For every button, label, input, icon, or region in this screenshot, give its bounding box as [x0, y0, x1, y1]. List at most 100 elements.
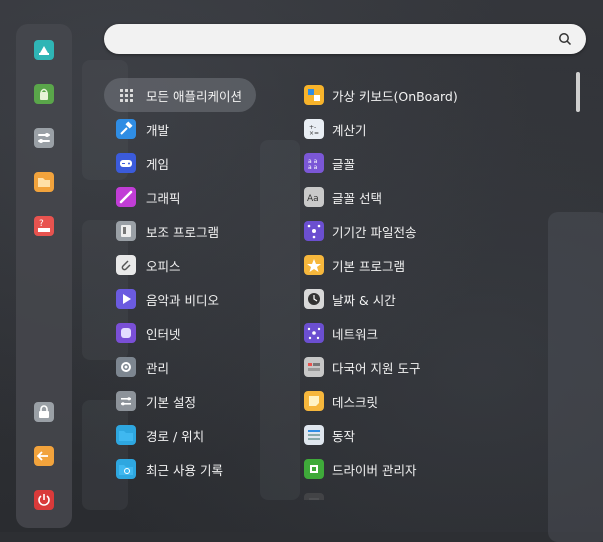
recent-folder-icon — [116, 459, 136, 479]
driver-icon — [304, 459, 324, 479]
category-label: 인터넷 — [146, 326, 181, 342]
app-note[interactable]: 데스크릿 — [300, 384, 560, 418]
category-label: 최근 사용 기록 — [146, 462, 223, 478]
fonts-icon: a aa a — [304, 153, 324, 173]
category-brush[interactable]: 그래픽 — [104, 180, 256, 214]
search-input[interactable] — [114, 29, 548, 51]
app-calculator[interactable]: +- ×= 계산기 — [300, 112, 560, 146]
app-list-scrollbar[interactable] — [576, 72, 580, 112]
category-recent-folder[interactable]: 최근 사용 기록 — [104, 452, 256, 486]
svg-text:×=: ×= — [309, 130, 319, 137]
font-select-icon: Aa — [304, 187, 324, 207]
category-label: 기본 설정 — [146, 394, 196, 410]
app-label: 다국어 지원 도구 — [332, 360, 421, 376]
clock-icon — [304, 289, 324, 309]
category-paperclip[interactable]: 오피스 — [104, 248, 256, 282]
calculator-icon: +- ×= — [304, 119, 324, 139]
app-store-icon — [34, 84, 54, 104]
app-label: 날짜 & 시간 — [332, 292, 396, 308]
settings-icon — [116, 391, 136, 411]
onboard-icon — [304, 85, 324, 105]
star-icon — [304, 255, 324, 275]
logout-icon — [34, 446, 54, 466]
app-language[interactable]: 다국어 지원 도구 — [300, 350, 560, 384]
note-icon — [304, 391, 324, 411]
search-bar[interactable] — [104, 24, 586, 54]
app-label: 네트워크 — [332, 326, 379, 342]
app-font-select[interactable]: Aa 글꼴 선택 — [300, 180, 560, 214]
app-action[interactable]: 동작 — [300, 418, 560, 452]
svg-text:a a: a a — [308, 164, 318, 171]
app-label: 기기간 파일전송 — [332, 224, 417, 240]
category-label: 그래픽 — [146, 190, 181, 206]
svg-text:Aa: Aa — [307, 194, 319, 204]
category-label: 보조 프로그램 — [146, 224, 219, 240]
category-hammer[interactable]: 개발 — [104, 112, 256, 146]
gamepad-icon — [116, 153, 136, 173]
grid-icon — [116, 85, 136, 105]
brush-icon — [116, 187, 136, 207]
dock-button-app-store[interactable] — [30, 80, 58, 108]
dock-button-manual[interactable]: ? — [30, 212, 58, 240]
category-label: 관리 — [146, 360, 170, 376]
category-internet[interactable]: 인터넷 — [104, 316, 256, 350]
dock-button-control-center[interactable] — [30, 124, 58, 152]
app-transfer[interactable]: 기기간 파일전송 — [300, 214, 560, 248]
category-grid[interactable]: 모든 애플리케이션 — [104, 78, 256, 112]
lock-icon — [34, 402, 54, 422]
dock-button-file-manager[interactable] — [30, 168, 58, 196]
category-list: 모든 애플리케이션 개발게임그래픽보조 프로그램오피스음악과 비디오인터넷관리기본… — [104, 78, 256, 486]
paperclip-icon — [116, 255, 136, 275]
transfer-icon — [304, 221, 324, 241]
dock-button-store[interactable] — [30, 36, 58, 64]
play-icon — [116, 289, 136, 309]
dock-button-logout[interactable] — [30, 442, 58, 470]
category-label: 게임 — [146, 156, 170, 172]
control-center-icon — [34, 128, 54, 148]
category-folder[interactable]: 경로 / 위치 — [104, 418, 256, 452]
app-label: 데스크릿 — [332, 394, 379, 410]
app-label: 기본 프로그램 — [332, 258, 405, 274]
background-tile — [260, 140, 300, 500]
app-label: 글꼴 — [332, 156, 356, 172]
search-icon[interactable] — [558, 32, 572, 46]
dock-button-power[interactable] — [30, 486, 58, 514]
app-clock[interactable]: 날짜 & 시간 — [300, 282, 560, 316]
app-next[interactable] — [300, 486, 560, 500]
network-icon — [304, 323, 324, 343]
folder-icon — [116, 425, 136, 445]
app-list: 가상 키보드(OnBoard) +- ×= 계산기 a aa a 글꼴 Aa 글꼴 선택기기간… — [300, 78, 560, 500]
app-driver[interactable]: 드라이버 관리자 — [300, 452, 560, 486]
app-star[interactable]: 기본 프로그램 — [300, 248, 560, 282]
app-fonts[interactable]: a aa a 글꼴 — [300, 146, 560, 180]
category-label: 음악과 비디오 — [146, 292, 219, 308]
deepin-store-icon — [34, 40, 54, 60]
hammer-icon — [116, 119, 136, 139]
file-manager-icon — [34, 172, 54, 192]
category-settings[interactable]: 기본 설정 — [104, 384, 256, 418]
app-label: 가상 키보드(OnBoard) — [332, 88, 458, 104]
gear-icon — [116, 357, 136, 377]
next-icon — [304, 493, 324, 500]
category-accessory[interactable]: 보조 프로그램 — [104, 214, 256, 248]
power-icon — [34, 490, 54, 510]
app-network[interactable]: 네트워크 — [300, 316, 560, 350]
app-label: 드라이버 관리자 — [332, 462, 417, 478]
action-icon — [304, 425, 324, 445]
app-label: 동작 — [332, 428, 356, 444]
accessory-icon — [116, 221, 136, 241]
side-dock: ? — [16, 24, 72, 528]
language-icon — [304, 357, 324, 377]
app-onboard[interactable]: 가상 키보드(OnBoard) — [300, 78, 560, 112]
category-label: 오피스 — [146, 258, 181, 274]
dock-button-lock[interactable] — [30, 398, 58, 426]
category-gamepad[interactable]: 게임 — [104, 146, 256, 180]
internet-icon — [116, 323, 136, 343]
svg-text:?: ? — [39, 219, 44, 229]
category-label: 경로 / 위치 — [146, 428, 205, 444]
category-play[interactable]: 음악과 비디오 — [104, 282, 256, 316]
app-label: 글꼴 선택 — [332, 190, 382, 206]
category-gear[interactable]: 관리 — [104, 350, 256, 384]
manual-icon: ? — [34, 216, 54, 236]
app-label: 계산기 — [332, 122, 367, 138]
